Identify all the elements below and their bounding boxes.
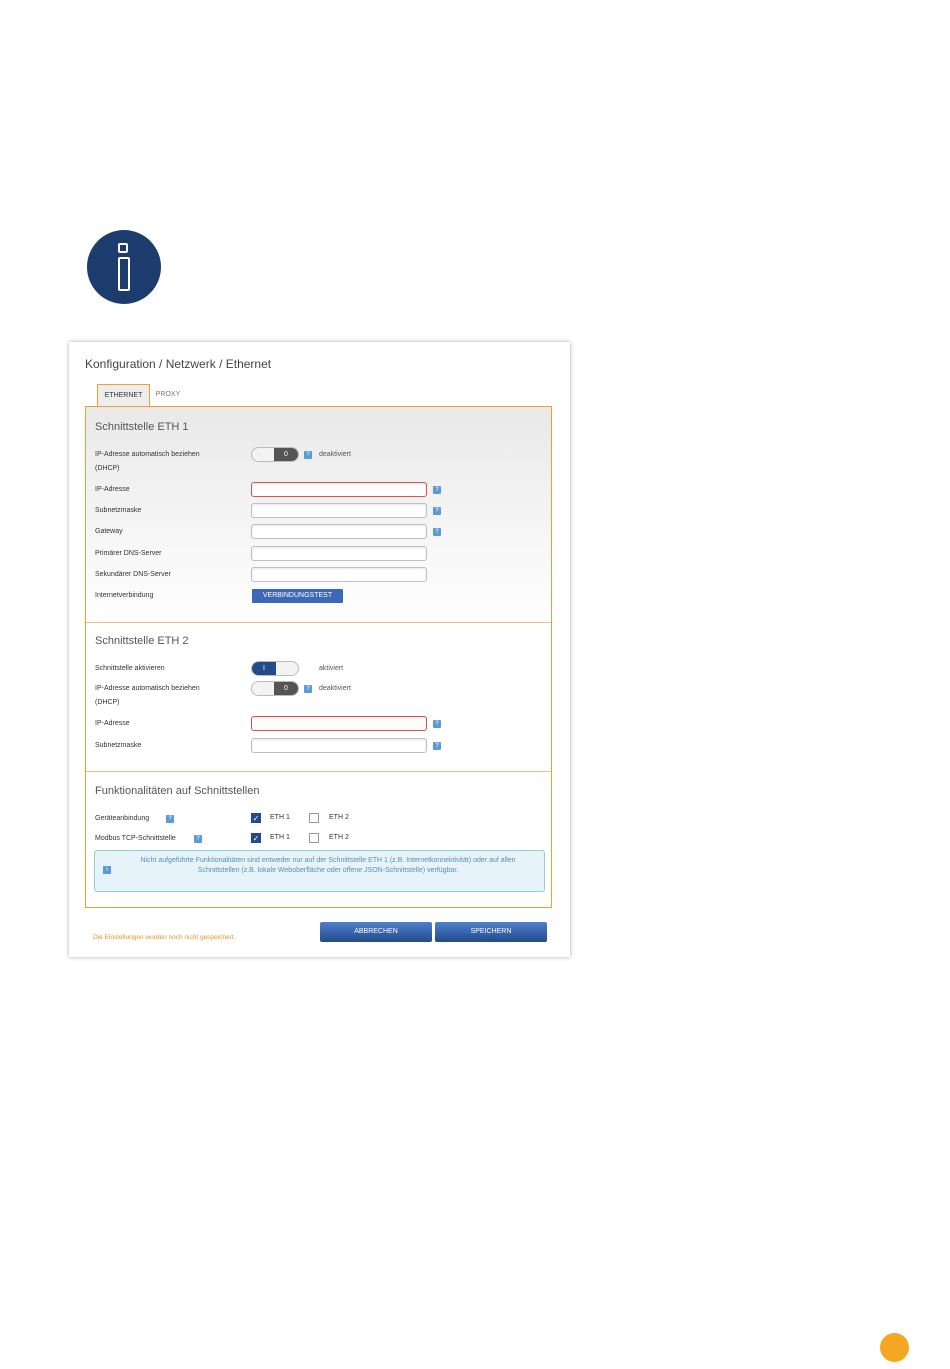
eth1-dhcp-label: IP-Adresse automatisch beziehen xyxy=(95,451,200,458)
info-note-text: Nicht aufgeführte Funktionalitäten sind … xyxy=(140,857,516,874)
modbus-label: Modbus TCP-Schnittstelle xyxy=(95,835,176,842)
info-note: i Nicht aufgeführte Funktionalitäten sin… xyxy=(94,850,545,892)
functions-section: Funktionalitäten auf Schnittstellen Gerä… xyxy=(86,772,551,908)
checkbox-label: ETH 1 xyxy=(270,814,290,821)
device-connection-label: Geräteanbindung xyxy=(95,815,150,822)
eth2-ip-input[interactable] xyxy=(251,716,427,731)
connection-test-button[interactable]: VERBINDUNGSTEST xyxy=(252,589,343,603)
help-icon[interactable]: ? xyxy=(166,815,174,823)
modbus-eth2-checkbox[interactable] xyxy=(309,833,319,843)
eth2-subnet-label: Subnetzmaske xyxy=(95,742,142,749)
eth1-dns2-label: Sekundärer DNS-Server xyxy=(95,571,171,578)
device-connection-eth1-checkbox[interactable]: ✓ xyxy=(251,813,261,823)
tab-ethernet[interactable]: ETHERNET xyxy=(97,384,150,408)
functions-title: Funktionalitäten auf Schnittstellen xyxy=(95,785,260,797)
eth1-ip-label: IP-Adresse xyxy=(95,486,130,493)
save-button[interactable]: SPEICHERN xyxy=(435,922,547,942)
device-connection-eth2-checkbox[interactable] xyxy=(309,813,319,823)
eth1-dhcp-state: deaktiviert xyxy=(319,451,351,458)
unsaved-warning: Die Einstellungen wurden noch nicht gesp… xyxy=(93,934,236,941)
eth2-title: Schnittstelle ETH 2 xyxy=(95,635,189,647)
eth1-dhcp-toggle[interactable]: 0 xyxy=(251,447,299,462)
help-icon[interactable]: ? xyxy=(433,742,441,750)
eth1-dns1-label: Primärer DNS-Server xyxy=(95,550,162,557)
checkbox-label: ETH 1 xyxy=(270,834,290,841)
eth1-internet-label: Internetverbindung xyxy=(95,592,154,599)
eth2-dhcp-state: deaktiviert xyxy=(319,685,351,692)
info-icon: i xyxy=(103,866,111,874)
breadcrumb: Konfiguration / Netzwerk / Ethernet xyxy=(85,357,272,371)
help-icon[interactable]: ? xyxy=(433,507,441,515)
eth1-title: Schnittstelle ETH 1 xyxy=(95,421,189,433)
eth1-section: Schnittstelle ETH 1 IP-Adresse automatis… xyxy=(86,407,551,623)
help-icon[interactable]: ? xyxy=(304,451,312,459)
toggle-off-knob: 0 xyxy=(274,682,298,695)
eth2-activate-state: aktiviert xyxy=(319,665,344,672)
toggle-on-knob: I xyxy=(252,662,276,675)
eth2-ip-label: IP-Adresse xyxy=(95,720,130,727)
cancel-button[interactable]: ABBRECHEN xyxy=(320,922,432,942)
eth1-dns1-input[interactable] xyxy=(251,546,427,561)
help-icon[interactable]: ? xyxy=(433,486,441,494)
tab-proxy[interactable]: PROXY xyxy=(153,384,183,406)
eth1-subnet-input[interactable] xyxy=(251,503,427,518)
eth2-subnet-input[interactable] xyxy=(251,738,427,753)
info-icon xyxy=(87,230,161,304)
eth2-dhcp-label-suffix: (DHCP) xyxy=(95,699,120,706)
ethernet-config-card: Konfiguration / Netzwerk / Ethernet ETHE… xyxy=(69,342,570,957)
eth2-section: Schnittstelle ETH 2 Schnittstelle aktivi… xyxy=(86,623,551,772)
eth2-activate-toggle[interactable]: I xyxy=(251,661,299,676)
eth1-gateway-label: Gateway xyxy=(95,528,123,535)
modbus-eth1-checkbox[interactable]: ✓ xyxy=(251,833,261,843)
eth1-gateway-input[interactable] xyxy=(251,524,427,539)
page-marker-dot xyxy=(880,1333,909,1362)
help-icon[interactable]: ? xyxy=(304,685,312,693)
help-icon[interactable]: ? xyxy=(433,528,441,536)
help-icon[interactable]: ? xyxy=(433,720,441,728)
eth1-dhcp-label-suffix: (DHCP) xyxy=(95,465,120,472)
checkbox-label: ETH 2 xyxy=(329,814,349,821)
eth1-dns2-input[interactable] xyxy=(251,567,427,582)
settings-panel: Schnittstelle ETH 1 IP-Adresse automatis… xyxy=(85,406,552,908)
checkbox-label: ETH 2 xyxy=(329,834,349,841)
eth2-dhcp-toggle[interactable]: 0 xyxy=(251,681,299,696)
help-icon[interactable]: ? xyxy=(194,835,202,843)
toggle-off-knob: 0 xyxy=(274,448,298,461)
eth2-activate-label: Schnittstelle aktivieren xyxy=(95,665,165,672)
eth1-ip-input[interactable] xyxy=(251,482,427,497)
eth2-dhcp-label: IP-Adresse automatisch beziehen xyxy=(95,685,200,692)
eth1-subnet-label: Subnetzmaske xyxy=(95,507,142,514)
